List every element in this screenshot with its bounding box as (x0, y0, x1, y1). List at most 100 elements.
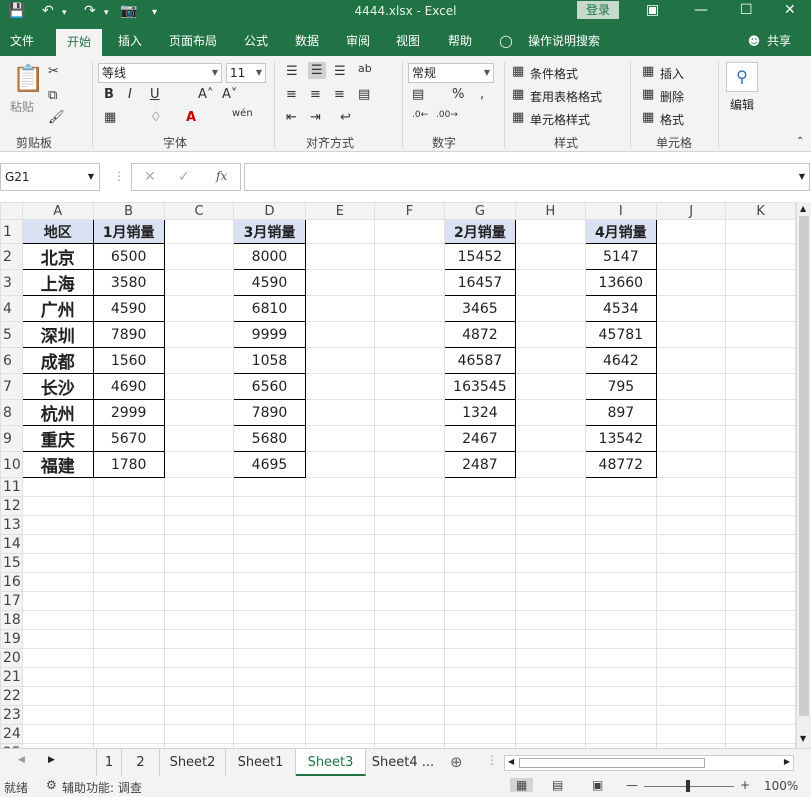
cell[interactable] (515, 425, 586, 452)
cell[interactable] (21, 667, 94, 687)
cell-value[interactable]: 795 (584, 373, 657, 400)
cell-value[interactable]: 7890 (233, 399, 306, 426)
cell[interactable] (163, 269, 235, 296)
cell[interactable] (443, 629, 517, 649)
wrap-text-icon[interactable]: ↩ (340, 110, 351, 125)
cell[interactable] (304, 321, 376, 348)
cell[interactable] (725, 399, 796, 426)
cell[interactable] (374, 347, 445, 374)
cell[interactable] (163, 686, 235, 706)
cell[interactable] (374, 553, 445, 573)
align-bottom-icon[interactable]: ☰ (334, 64, 346, 79)
align-center-icon[interactable]: ≡ (310, 87, 321, 102)
formula-input[interactable]: ▼ (244, 163, 810, 191)
editing-button[interactable]: 编辑 (730, 96, 754, 113)
row-header[interactable]: 21 (0, 667, 23, 687)
cell[interactable] (163, 705, 235, 725)
row-header[interactable]: 19 (0, 629, 23, 649)
cell[interactable] (92, 667, 165, 687)
cell[interactable] (515, 629, 586, 649)
cell[interactable] (233, 610, 306, 630)
column-header-e[interactable]: E (304, 202, 376, 220)
cell[interactable] (443, 705, 517, 725)
cell-value[interactable]: 1058 (233, 347, 306, 374)
cell[interactable] (655, 399, 727, 426)
cell[interactable] (725, 243, 796, 270)
tab-insert[interactable]: 插入 (110, 26, 150, 56)
cell[interactable] (725, 629, 796, 649)
format-painter-icon[interactable]: 🖌 (48, 110, 65, 125)
cell[interactable] (163, 591, 235, 611)
cell-value[interactable]: 6810 (233, 295, 306, 322)
cell-value[interactable]: 6500 (92, 243, 165, 270)
cell-region[interactable]: 重庆 (21, 425, 94, 452)
cell[interactable] (655, 515, 727, 535)
cell[interactable] (92, 686, 165, 706)
select-all-corner[interactable] (0, 202, 23, 220)
cell[interactable] (163, 243, 235, 270)
cell[interactable] (163, 399, 235, 426)
cell[interactable] (725, 648, 796, 668)
cell[interactable] (725, 295, 796, 322)
cell[interactable] (304, 572, 376, 592)
cell[interactable] (374, 572, 445, 592)
column-header-h[interactable]: H (515, 202, 586, 220)
row-header[interactable]: 16 (0, 572, 23, 592)
cell[interactable] (515, 591, 586, 611)
cell[interactable] (515, 705, 586, 725)
cell-value[interactable]: 4872 (443, 321, 517, 348)
cell-style-icon[interactable]: ▦ (512, 110, 524, 125)
cell[interactable] (655, 648, 727, 668)
cell[interactable] (374, 686, 445, 706)
cell-region[interactable]: 广州 (21, 295, 94, 322)
cell[interactable] (163, 496, 235, 516)
cell[interactable] (515, 295, 586, 322)
cell[interactable] (515, 534, 586, 554)
font-size-dropdown[interactable]: 11 ▼ (226, 63, 266, 83)
cell[interactable] (725, 496, 796, 516)
cell[interactable] (725, 219, 796, 244)
currency-icon[interactable]: ▤ (412, 87, 424, 102)
column-header-i[interactable]: I (584, 202, 657, 220)
column-header-b[interactable]: B (92, 202, 165, 220)
cell[interactable] (725, 373, 796, 400)
accessibility-status[interactable]: 辅助功能: 调查 (62, 779, 142, 796)
cell[interactable] (655, 425, 727, 452)
cell-value[interactable]: 4642 (584, 347, 657, 374)
cell[interactable] (163, 572, 235, 592)
cell-value[interactable]: 5680 (233, 425, 306, 452)
search-icon[interactable]: ⚲ (726, 62, 758, 92)
cell[interactable] (233, 534, 306, 554)
row-header[interactable]: 10 (0, 451, 23, 478)
cell[interactable] (584, 496, 657, 516)
cell[interactable] (515, 572, 586, 592)
tell-me-search[interactable]: 操作说明搜索 (524, 26, 604, 56)
cell[interactable] (374, 534, 445, 554)
cell[interactable] (304, 373, 376, 400)
row-header[interactable]: 12 (0, 496, 23, 516)
cell[interactable] (304, 686, 376, 706)
cell[interactable] (304, 451, 376, 478)
cell[interactable] (584, 477, 657, 497)
cell-value[interactable]: 13542 (584, 425, 657, 452)
format-cells-button[interactable]: 格式 (660, 111, 684, 128)
cancel-icon[interactable]: ✕ (144, 169, 156, 185)
cell[interactable] (163, 219, 235, 244)
cell[interactable] (725, 321, 796, 348)
cell[interactable] (163, 534, 235, 554)
cell[interactable] (443, 591, 517, 611)
cell[interactable] (163, 347, 235, 374)
cell[interactable] (655, 451, 727, 478)
sheet-tab-active[interactable]: Sheet3 (296, 749, 366, 776)
cell-value[interactable]: 2999 (92, 399, 165, 426)
cell[interactable] (725, 724, 796, 744)
cell-value[interactable]: 8000 (233, 243, 306, 270)
cell[interactable] (304, 648, 376, 668)
cell[interactable] (163, 515, 235, 535)
column-header-j[interactable]: J (655, 202, 727, 220)
merge-center-icon[interactable]: ▤ (358, 87, 370, 102)
row-header[interactable]: 6 (0, 347, 23, 374)
tab-home[interactable]: 开始 (56, 29, 102, 56)
tab-review[interactable]: 审阅 (338, 26, 378, 56)
cell[interactable] (515, 610, 586, 630)
